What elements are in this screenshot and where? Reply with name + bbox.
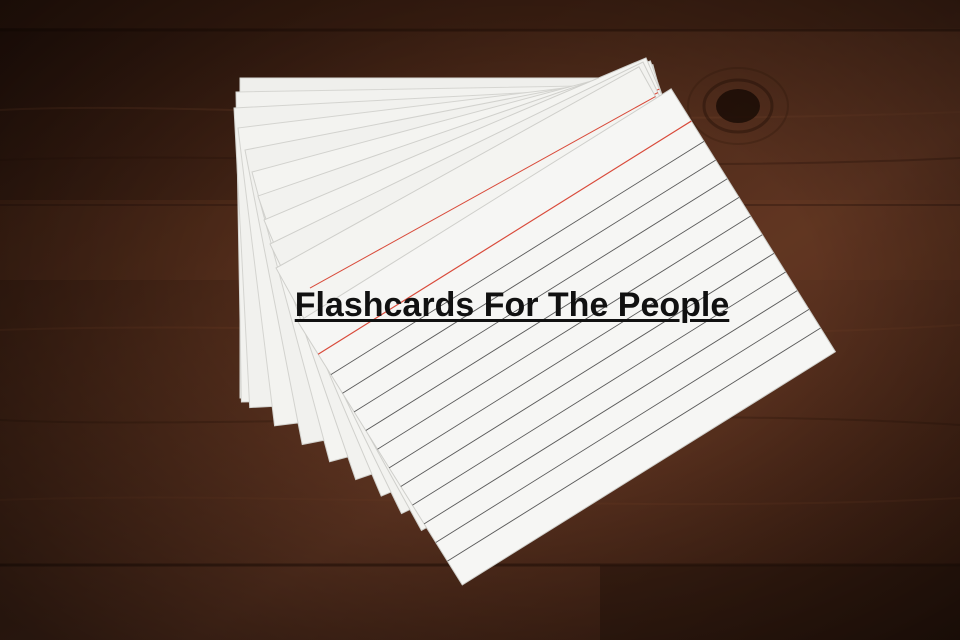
page-title: Flashcards For The People — [294, 286, 730, 324]
hero-banner: Flashcards For The People — [0, 0, 960, 640]
